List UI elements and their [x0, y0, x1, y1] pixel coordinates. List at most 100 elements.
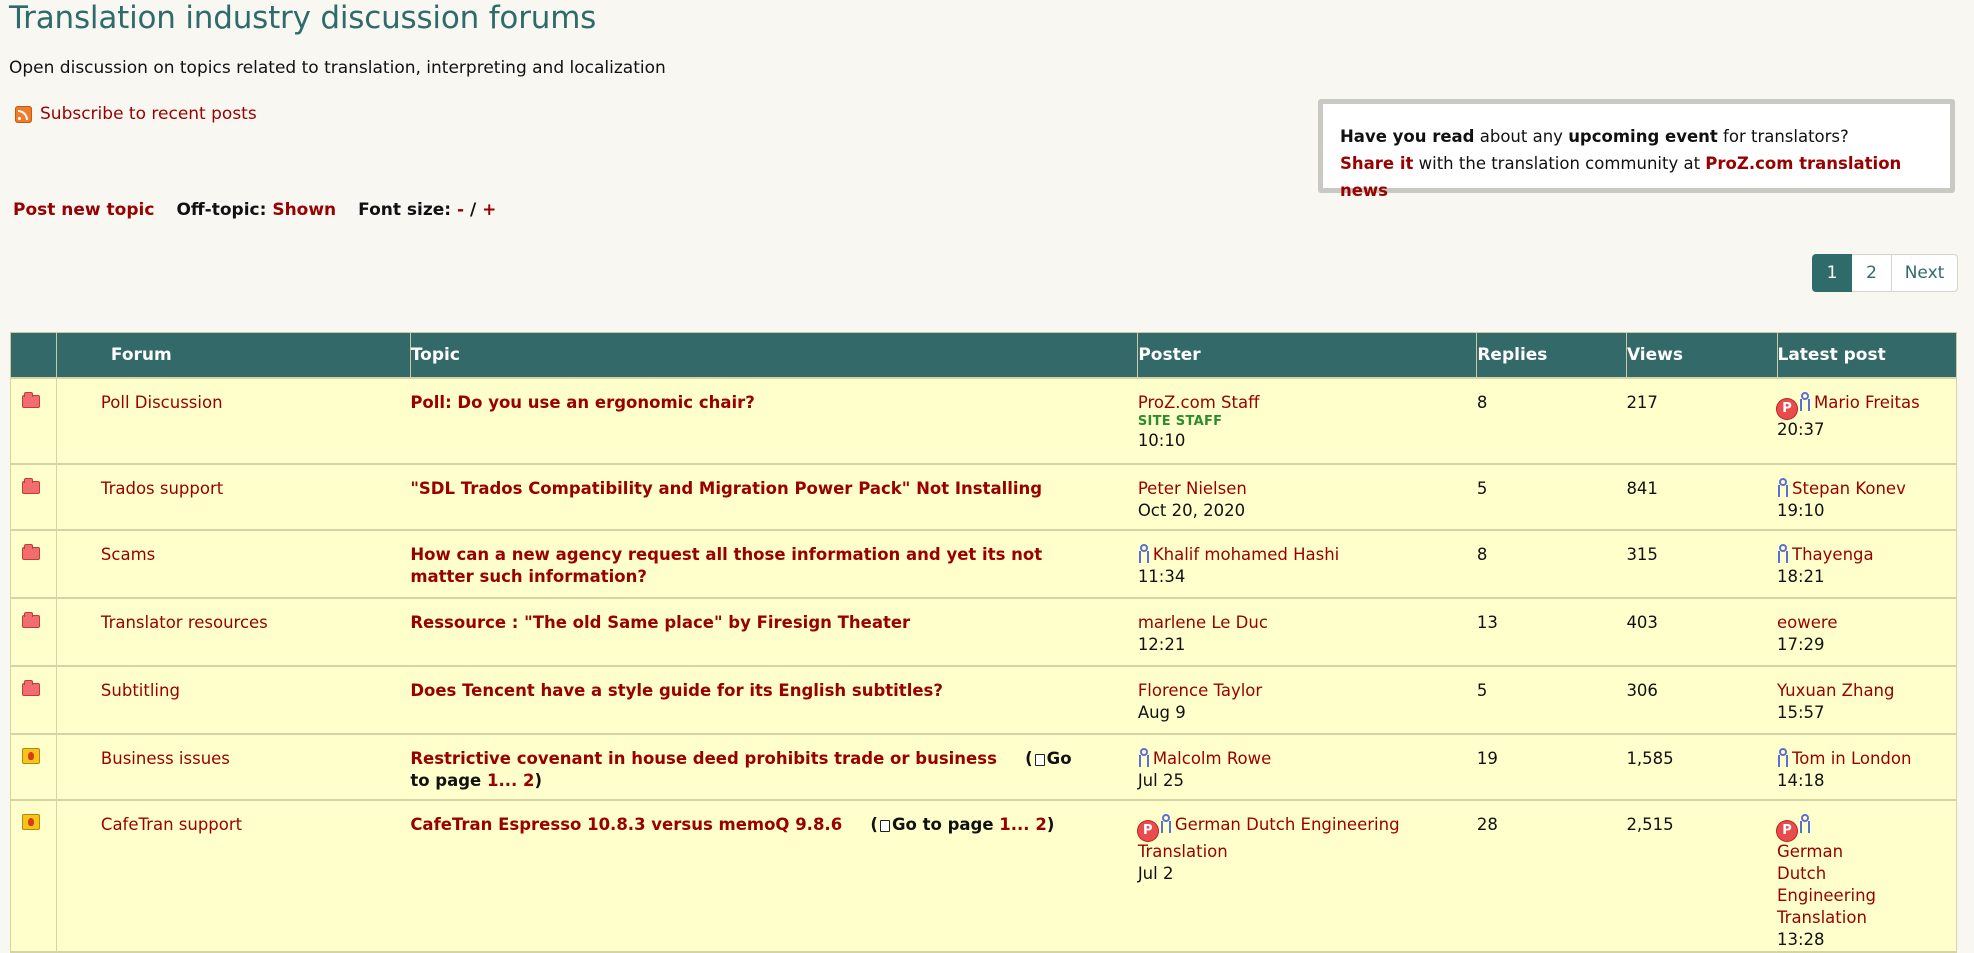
font-increase-button[interactable]: +	[482, 200, 496, 220]
page-title: Translation industry discussion forums	[9, 0, 597, 36]
table-row: Scams How can a new agency request all t…	[10, 529, 1957, 599]
views-count: 403	[1626, 597, 1777, 667]
pro-member-icon: P	[1137, 821, 1158, 841]
views-count: 217	[1626, 377, 1777, 465]
share-text-2: for translators?	[1717, 127, 1849, 146]
latest-user-link[interactable]: German Dutch Engineering Translation	[1777, 842, 1876, 927]
share-line-2: Share it with the translation community …	[1340, 150, 1933, 204]
table-header-row: Forum Topic Poster Replies Views Latest …	[10, 332, 1957, 379]
ribbon-icon	[1138, 544, 1150, 564]
poster-link[interactable]: ProZ.com Staff	[1138, 392, 1477, 414]
views-count: 841	[1626, 463, 1777, 531]
page-icon	[879, 820, 890, 832]
table-row: Trados support "SDL Trados Compatibility…	[10, 463, 1957, 531]
share-it-link[interactable]: Share it	[1340, 154, 1413, 173]
subscribe-link[interactable]: Subscribe to recent posts	[15, 104, 257, 124]
forum-link[interactable]: Poll Discussion	[101, 393, 223, 412]
pro-member-icon: P	[1777, 399, 1797, 419]
views-column-header[interactable]: Views	[1625, 332, 1778, 379]
share-text-3: with the translation community at	[1413, 154, 1706, 173]
site-staff-badge: SITE STAFF	[1137, 414, 1223, 429]
replies-count: 5	[1476, 463, 1627, 531]
topic-link[interactable]: Poll: Do you use an ergonomic chair?	[410, 393, 755, 412]
folder-icon	[22, 392, 40, 408]
topic-link[interactable]: Ressource : "The old Same place" by Fire…	[410, 613, 910, 632]
latest-user-link[interactable]: Thayenga	[1792, 545, 1874, 564]
topic-link[interactable]: Restrictive covenant in house deed prohi…	[410, 749, 997, 768]
views-count: 1,585	[1626, 733, 1777, 801]
forum-link[interactable]: Translator resources	[101, 613, 268, 632]
goto-page-2[interactable]: 2	[523, 771, 534, 790]
poster-link[interactable]: marlene Le Duc	[1138, 612, 1477, 634]
latest-time: 14:18	[1777, 771, 1825, 790]
table-row: Translator resources Ressource : "The ol…	[10, 597, 1957, 667]
topic-link[interactable]: How can a new agency request all those i…	[410, 545, 1042, 586]
table-row: Subtitling Does Tencent have a style gui…	[10, 665, 1957, 735]
poster-time: Oct 20, 2020	[1137, 501, 1246, 520]
replies-count: 8	[1476, 529, 1627, 599]
font-decrease-button[interactable]: -	[457, 200, 464, 220]
next-page-button[interactable]: Next	[1892, 254, 1958, 292]
poster-time: 11:34	[1137, 567, 1186, 586]
replies-count: 8	[1476, 377, 1627, 465]
forum-column-header[interactable]: Forum	[55, 332, 411, 379]
latest-time: 19:10	[1777, 501, 1825, 520]
ribbon-icon	[1138, 748, 1150, 768]
poster-link[interactable]: Peter Nielsen	[1138, 478, 1477, 500]
poster-link[interactable]: German Dutch Engineering Translation	[1138, 815, 1400, 861]
poster-time: Jul 25	[1137, 771, 1184, 790]
folder-icon	[22, 612, 40, 628]
latest-user-link[interactable]: eowere	[1777, 612, 1956, 634]
replies-count: 19	[1476, 733, 1627, 801]
ribbon-icon	[1777, 478, 1789, 498]
replies-column-header[interactable]: Replies	[1476, 332, 1627, 379]
latest-time: 13:28	[1777, 930, 1825, 949]
ribbon-icon	[1160, 814, 1172, 834]
offtopic-label: Off-topic:	[176, 200, 267, 220]
views-count: 306	[1626, 665, 1777, 735]
page-1-button[interactable]: 1	[1812, 254, 1852, 292]
topic-column-header[interactable]: Topic	[409, 332, 1139, 379]
latest-time: 18:21	[1777, 567, 1825, 586]
latest-user-link[interactable]: Mario Freitas	[1814, 393, 1920, 412]
latest-user-link[interactable]: Yuxuan Zhang	[1777, 680, 1956, 702]
poster-link[interactable]: Khalif mohamed Hashi	[1153, 545, 1339, 564]
views-count: 2,515	[1626, 799, 1777, 953]
forum-link[interactable]: CafeTran support	[101, 815, 242, 834]
table-row: Poll Discussion Poll: Do you use an ergo…	[10, 377, 1957, 465]
table-row: Business issues Restrictive covenant in …	[10, 733, 1957, 801]
goto-page: (Go to page 1... 2)	[847, 815, 1055, 834]
poster-time: 10:10	[1137, 431, 1186, 450]
goto-label-b: page	[947, 815, 994, 834]
poster-column-header[interactable]: Poster	[1137, 332, 1478, 379]
poster-link[interactable]: Malcolm Rowe	[1153, 749, 1271, 768]
poster-time: 12:21	[1137, 635, 1186, 654]
hot-topic-icon	[22, 814, 40, 830]
subscribe-label[interactable]: Subscribe to recent posts	[40, 104, 257, 124]
latest-user-link[interactable]: Stepan Konev	[1792, 479, 1906, 498]
page-icon	[1034, 754, 1045, 766]
goto-page-2[interactable]: 2	[1035, 815, 1046, 834]
forum-link[interactable]: Subtitling	[101, 681, 180, 700]
forum-link[interactable]: Trados support	[101, 479, 223, 498]
share-line-1: Have you read about any upcoming event f…	[1340, 123, 1933, 150]
topic-link[interactable]: Does Tencent have a style guide for its …	[410, 681, 943, 700]
goto-page-1[interactable]: 1...	[487, 771, 517, 790]
topic-link[interactable]: "SDL Trados Compatibility and Migration …	[410, 479, 1042, 498]
poster-link[interactable]: Florence Taylor	[1138, 680, 1477, 702]
latest-post-column-header[interactable]: Latest post	[1776, 332, 1957, 379]
goto-page-1[interactable]: 1...	[999, 815, 1029, 834]
post-new-topic-button[interactable]: Post new topic	[13, 200, 154, 220]
share-text-1: about any	[1474, 127, 1569, 146]
table-row: CafeTran support CafeTran Espresso 10.8.…	[10, 799, 1957, 953]
pagination: 1 2 Next	[1812, 254, 1958, 292]
views-count: 315	[1626, 529, 1777, 599]
latest-user-link[interactable]: Tom in London	[1792, 749, 1911, 768]
forum-link[interactable]: Scams	[101, 545, 155, 564]
forum-link[interactable]: Business issues	[101, 749, 230, 768]
offtopic-control: Off-topic: Shown	[176, 200, 336, 220]
offtopic-toggle[interactable]: Shown	[272, 200, 336, 220]
topic-link[interactable]: CafeTran Espresso 10.8.3 versus memoQ 9.…	[410, 815, 842, 834]
share-bold-2: upcoming event	[1568, 127, 1718, 146]
page-2-button[interactable]: 2	[1852, 254, 1892, 292]
